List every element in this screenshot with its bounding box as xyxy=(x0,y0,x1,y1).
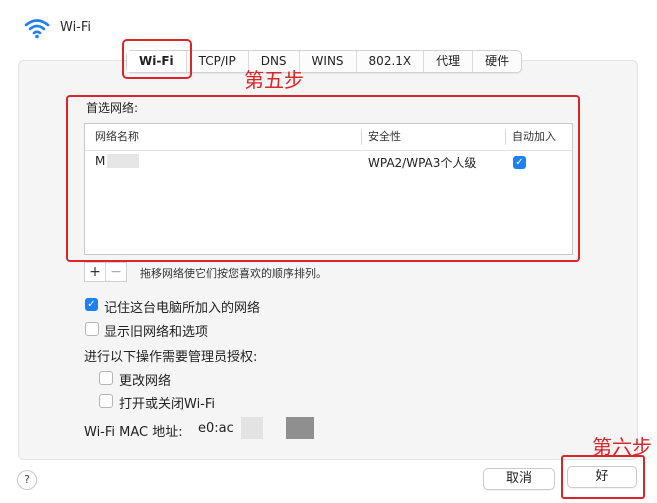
cancel-button[interactable]: 取消 xyxy=(483,468,555,490)
tab-tcpip[interactable]: TCP/IP xyxy=(185,51,248,72)
window-title: Wi-Fi xyxy=(60,20,92,35)
tab-proxy[interactable]: 代理 xyxy=(423,51,472,72)
toggle-wifi-label: 打开或关闭Wi-Fi xyxy=(119,397,216,412)
toggle-wifi-checkbox[interactable] xyxy=(99,394,113,408)
tab-hardware[interactable]: 硬件 xyxy=(472,51,521,72)
mac-address-value: e0:ac xyxy=(198,421,234,436)
redacted-mac xyxy=(286,417,314,439)
add-remove-controls: + − xyxy=(84,262,127,282)
annotation-step5: 第五步 xyxy=(244,68,304,92)
annotation-box-list xyxy=(66,95,580,262)
annotation-box-ok xyxy=(561,455,645,499)
annotation-step6: 第六步 xyxy=(592,435,652,459)
add-network-button[interactable]: + xyxy=(85,263,105,281)
remember-networks-label: 记住这台电脑所加入的网络 xyxy=(104,301,261,316)
mac-address-label: Wi-Fi MAC 地址: xyxy=(84,425,183,440)
drag-hint-text: 拖移网络使它们按您喜欢的顺序排列。 xyxy=(140,267,327,280)
remove-network-button[interactable]: − xyxy=(105,263,126,281)
tab-8021x[interactable]: 802.1X xyxy=(355,51,424,72)
wifi-icon xyxy=(24,19,50,39)
tab-wins[interactable]: WINS xyxy=(298,51,356,72)
change-networks-checkbox[interactable] xyxy=(99,371,113,385)
change-networks-label: 更改网络 xyxy=(119,374,172,389)
redacted-mac xyxy=(241,417,263,439)
annotation-box-tab xyxy=(122,39,192,79)
show-legacy-checkbox[interactable] xyxy=(85,322,99,336)
remember-networks-checkbox[interactable]: ✓ xyxy=(85,298,98,311)
help-button[interactable]: ? xyxy=(17,470,37,490)
show-legacy-label: 显示旧网络和选项 xyxy=(104,325,209,340)
admin-auth-label: 进行以下操作需要管理员授权: xyxy=(84,350,258,365)
